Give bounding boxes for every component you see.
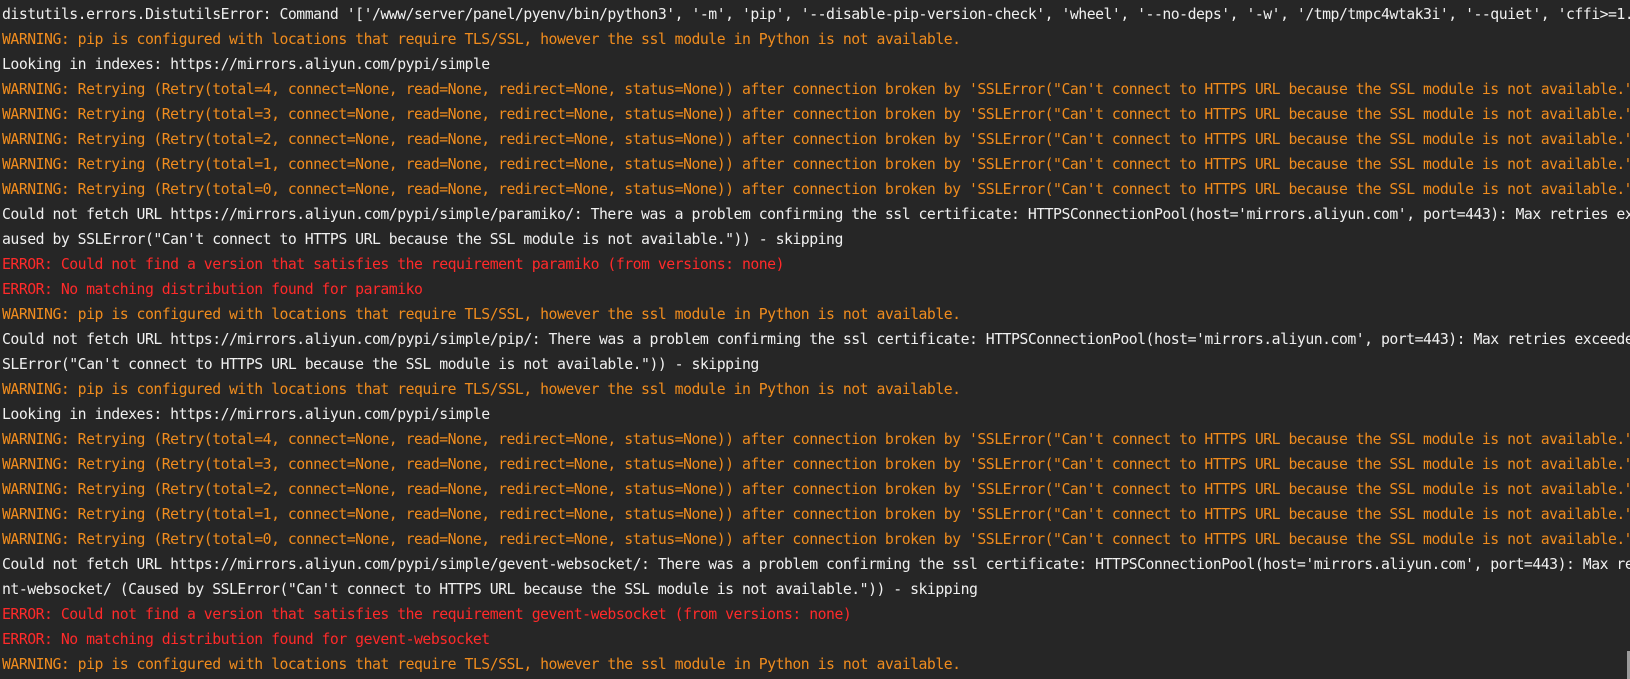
- terminal-line-error: ERROR: No matching distribution found fo…: [2, 631, 490, 648]
- terminal-line: Looking in indexes: https://mirrors.aliy…: [2, 56, 490, 73]
- terminal-line: aused by SSLError("Can't connect to HTTP…: [2, 231, 843, 248]
- terminal-line-warning: WARNING: pip is configured with location…: [2, 306, 961, 323]
- terminal-line-warning: WARNING: Retrying (Retry(total=4, connec…: [2, 81, 1630, 98]
- terminal-line-warning: WARNING: Retrying (Retry(total=3, connec…: [2, 456, 1630, 473]
- terminal-line-error: ERROR: Could not find a version that sat…: [2, 256, 785, 273]
- terminal-line-warning: WARNING: Retrying (Retry(total=1, connec…: [2, 506, 1630, 523]
- terminal-line-warning: WARNING: Retrying (Retry(total=1, connec…: [2, 156, 1630, 173]
- terminal-line: SLError("Can't connect to HTTPS URL beca…: [2, 356, 759, 373]
- terminal-line-warning: WARNING: Retrying (Retry(total=0, connec…: [2, 531, 1630, 548]
- terminal-line-warning: WARNING: Retrying (Retry(total=2, connec…: [2, 131, 1630, 148]
- terminal-line: distutils.errors.DistutilsError: Command…: [2, 6, 1630, 23]
- terminal-window[interactable]: distutils.errors.DistutilsError: Command…: [0, 0, 1630, 679]
- terminal-line-warning: WARNING: pip is configured with location…: [2, 381, 961, 398]
- terminal-line-warning: WARNING: pip is configured with location…: [2, 31, 961, 48]
- terminal-line-warning: WARNING: Retrying (Retry(total=2, connec…: [2, 481, 1630, 498]
- terminal-line-error: ERROR: Could not find a version that sat…: [2, 606, 852, 623]
- terminal-line-warning: WARNING: Retrying (Retry(total=3, connec…: [2, 106, 1630, 123]
- terminal-line: Could not fetch URL https://mirrors.aliy…: [2, 331, 1630, 348]
- terminal-line-error: ERROR: No matching distribution found fo…: [2, 281, 423, 298]
- terminal-line: Looking in indexes: https://mirrors.aliy…: [2, 406, 490, 423]
- terminal-output: distutils.errors.DistutilsError: Command…: [0, 2, 1630, 677]
- terminal-line-warning: WARNING: pip is configured with location…: [2, 656, 961, 673]
- terminal-line: Could not fetch URL https://mirrors.aliy…: [2, 556, 1630, 573]
- terminal-line: Could not fetch URL https://mirrors.aliy…: [2, 206, 1630, 223]
- terminal-line: nt-websocket/ (Caused by SSLError("Can't…: [2, 581, 978, 598]
- terminal-line-warning: WARNING: Retrying (Retry(total=4, connec…: [2, 431, 1630, 448]
- terminal-line-warning: WARNING: Retrying (Retry(total=0, connec…: [2, 181, 1630, 198]
